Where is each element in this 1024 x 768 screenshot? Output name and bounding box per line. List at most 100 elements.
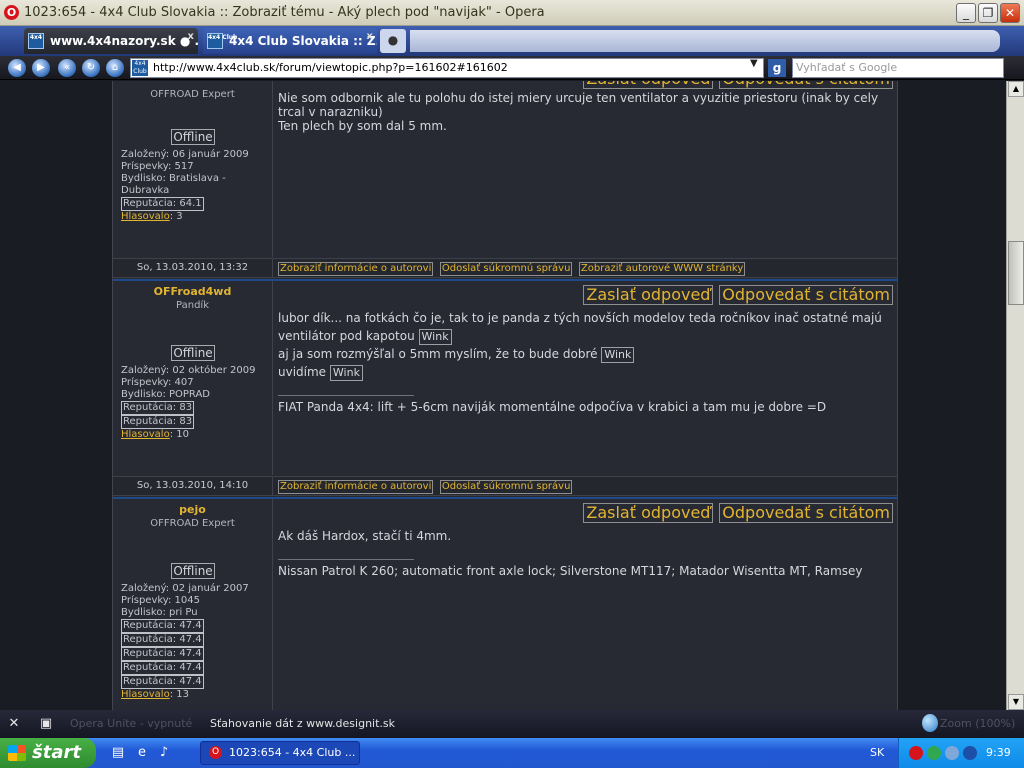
post-body: Zaslať odpoveď Odpovedať s citátom Nie s… (274, 81, 897, 257)
vote-count: : 13 (169, 689, 189, 700)
post-author-panel: pejo OFFROAD Expert Offline Založený: 02… (113, 499, 273, 710)
quote-button[interactable]: Odpovedať s citátom (719, 81, 893, 89)
site-favicon-icon: 4x4 (28, 33, 44, 49)
scroll-down-icon[interactable]: ▼ (1008, 694, 1024, 710)
site-favicon-icon: 4x4 Club (132, 60, 148, 76)
vertical-scrollbar[interactable]: ▲ ▼ (1006, 81, 1024, 710)
vote-count: : 10 (169, 429, 189, 440)
forum-post: OFFroad4wd Pandík Offline Založený: 02 o… (113, 281, 897, 475)
post-author-panel: OFFroad4wd Pandík Offline Založený: 02 o… (113, 281, 273, 475)
forum-post: pejo OFFROAD Expert Offline Založený: 02… (113, 499, 897, 710)
vote-link[interactable]: Hlasovalo (121, 429, 170, 440)
post-text-line: uvidíme (278, 365, 327, 379)
av-tray-icon[interactable] (963, 746, 977, 760)
new-tab-button[interactable]: ● (380, 29, 406, 53)
quicklaunch-ie-icon[interactable]: e (134, 745, 150, 761)
reputation-badge[interactable]: Reputácia: 47.4 (121, 633, 204, 647)
quote-button[interactable]: Odpovedať s citátom (719, 285, 893, 305)
post-count: Príspevky: 407 (121, 377, 194, 388)
scrollbar-thumb[interactable] (1008, 241, 1024, 305)
google-search-icon[interactable]: g (768, 59, 786, 77)
post-text: Nie som odbornik ale tu polohu do istej … (278, 91, 888, 133)
user-location: Bydlisko: pri Pu (121, 607, 198, 618)
reputation-badge[interactable]: Reputácia: 47.4 (121, 647, 204, 661)
start-button[interactable]: štart (0, 738, 96, 768)
user-stats: Založený: 06 január 2009 Príspevky: 517 … (121, 149, 268, 223)
download-status: Sťahovanie dát z www.designit.sk (210, 717, 396, 730)
rewind-icon[interactable]: « (58, 59, 76, 77)
home-icon[interactable]: ⌂ (106, 59, 124, 77)
post-text: Ak dáš Hardox, stačí ti 4mm. (278, 529, 452, 543)
username[interactable]: pejo (113, 503, 272, 516)
reputation-badge[interactable]: Reputácia: 47.4 (121, 661, 204, 675)
author-info-link[interactable]: Zobraziť informácie o autorovi (278, 480, 434, 494)
address-field[interactable]: http://www.4x4club.sk/forum/viewtopic.ph… (130, 58, 764, 78)
zoom-level[interactable]: Zoom (100%) (940, 717, 1015, 730)
quicklaunch-desktop-icon[interactable]: ▤ (110, 745, 126, 761)
address-dropdown-icon[interactable]: ▼ (750, 58, 758, 69)
post-text-line: aj ja som rozmýšľal o 5mm myslím, že to … (278, 347, 598, 361)
reply-button[interactable]: Zaslať odpoveď (583, 285, 714, 305)
opera-logo-icon: O (209, 746, 222, 759)
reply-button[interactable]: Zaslať odpoveď (583, 503, 714, 523)
author-info-link[interactable]: Zobraziť informácie o autorovi (278, 262, 434, 276)
vote-link[interactable]: Hlasovalo (121, 689, 170, 700)
post-footer: So, 13.03.2010, 14:10 Zobraziť informáci… (113, 476, 897, 496)
quote-button[interactable]: Odpovedať s citátom (719, 503, 893, 523)
post-actions: Zaslať odpoveď Odpovedať s citátom (581, 503, 893, 523)
post-text-line: Ten plech by som dal 5 mm. (278, 119, 447, 133)
tools-icon[interactable]: ✕ (6, 716, 22, 732)
vote-link[interactable]: Hlasovalo (121, 211, 170, 222)
tab-strip-background (410, 30, 1000, 52)
signature-divider (278, 559, 414, 560)
tab-close-icon[interactable]: x (367, 28, 373, 50)
window-title: 1023:654 - 4x4 Club Slovakia :: Zobraziť… (24, 5, 545, 20)
private-message-link[interactable]: Odoslať súkromnú správu (439, 262, 573, 276)
reputation-badge[interactable]: Reputácia: 83 (121, 401, 195, 415)
window-titlebar: O 1023:654 - 4x4 Club Slovakia :: Zobraz… (0, 0, 1024, 26)
windows-logo-icon (8, 745, 26, 761)
close-window-button[interactable]: ✕ (1000, 3, 1020, 23)
language-indicator[interactable]: SK (870, 746, 884, 759)
network-tray-icon[interactable] (927, 746, 941, 760)
scroll-up-icon[interactable]: ▲ (1008, 81, 1024, 97)
reputation-badge[interactable]: Reputácia: 83 (121, 415, 195, 429)
opera-tray-icon[interactable] (909, 746, 923, 760)
username[interactable]: OFFroad4wd (113, 285, 272, 298)
quicklaunch-volume-icon[interactable]: ♪ (156, 745, 172, 761)
post-author-panel: OFFROAD Expert Offline Založený: 06 janu… (113, 81, 273, 257)
taskbar-opera-window[interactable]: O 1023:654 - 4x4 Club ... (200, 741, 360, 765)
back-icon[interactable]: ◀ (8, 59, 26, 77)
reload-icon[interactable]: ↻ (82, 59, 100, 77)
tab-4x4club-active[interactable]: 4x4 Club 4x4 Club Slovakia :: Z... x (203, 28, 377, 54)
user-rank: OFFROAD Expert (150, 89, 235, 100)
search-input[interactable]: Vyhľadať s Google (792, 58, 1004, 78)
opera-unite-status[interactable]: Opera Unite - vypnuté (70, 717, 192, 730)
user-rank: Pandík (176, 300, 209, 311)
post-footer: So, 13.03.2010, 13:32 Zobraziť informáci… (113, 258, 897, 278)
maximize-button[interactable]: ❐ (978, 3, 998, 23)
post-body: Zaslať odpoveď Odpovedať s citátom Ak dá… (274, 499, 897, 710)
reputation-badge[interactable]: Reputácia: 64.1 (121, 197, 204, 211)
wink-emoticon: Wink (329, 365, 363, 381)
reputation-badge[interactable]: Reputácia: 47.4 (121, 675, 204, 689)
private-message-link[interactable]: Odoslať súkromnú správu (439, 480, 573, 494)
wink-emoticon: Wink (601, 347, 635, 363)
author-www-link[interactable]: Zobraziť autorové WWW stránky (578, 262, 746, 276)
reputation-badge[interactable]: Reputácia: 47.4 (121, 619, 204, 633)
reply-button[interactable]: Zaslať odpoveď (583, 81, 714, 89)
post-actions: Zaslať odpoveď Odpovedať s citátom (581, 285, 893, 305)
tab-4x4nazory[interactable]: 4x4 www.4x4nazory.sk ● ... x (24, 28, 198, 54)
tab-bar: 4x4 www.4x4nazory.sk ● ... x 4x4 Club 4x… (0, 26, 1024, 56)
signature-divider (278, 395, 414, 396)
post-text-line: lubor dík... na fotkách čo je, tak to je… (278, 311, 882, 343)
forward-icon[interactable]: ▶ (32, 59, 50, 77)
unite-icon[interactable]: ▣ (38, 716, 54, 732)
tab-label: 4x4 Club Slovakia :: Z... (229, 34, 377, 48)
tab-close-icon[interactable]: x (188, 28, 194, 50)
security-tray-icon[interactable] (945, 746, 959, 760)
site-favicon-icon: 4x4 Club (207, 33, 237, 49)
system-clock: 9:39 (986, 746, 1011, 759)
minimize-button[interactable]: _ (956, 3, 976, 23)
post-signature: FIAT Panda 4x4: lift + 5-6cm naviják mom… (278, 400, 827, 414)
